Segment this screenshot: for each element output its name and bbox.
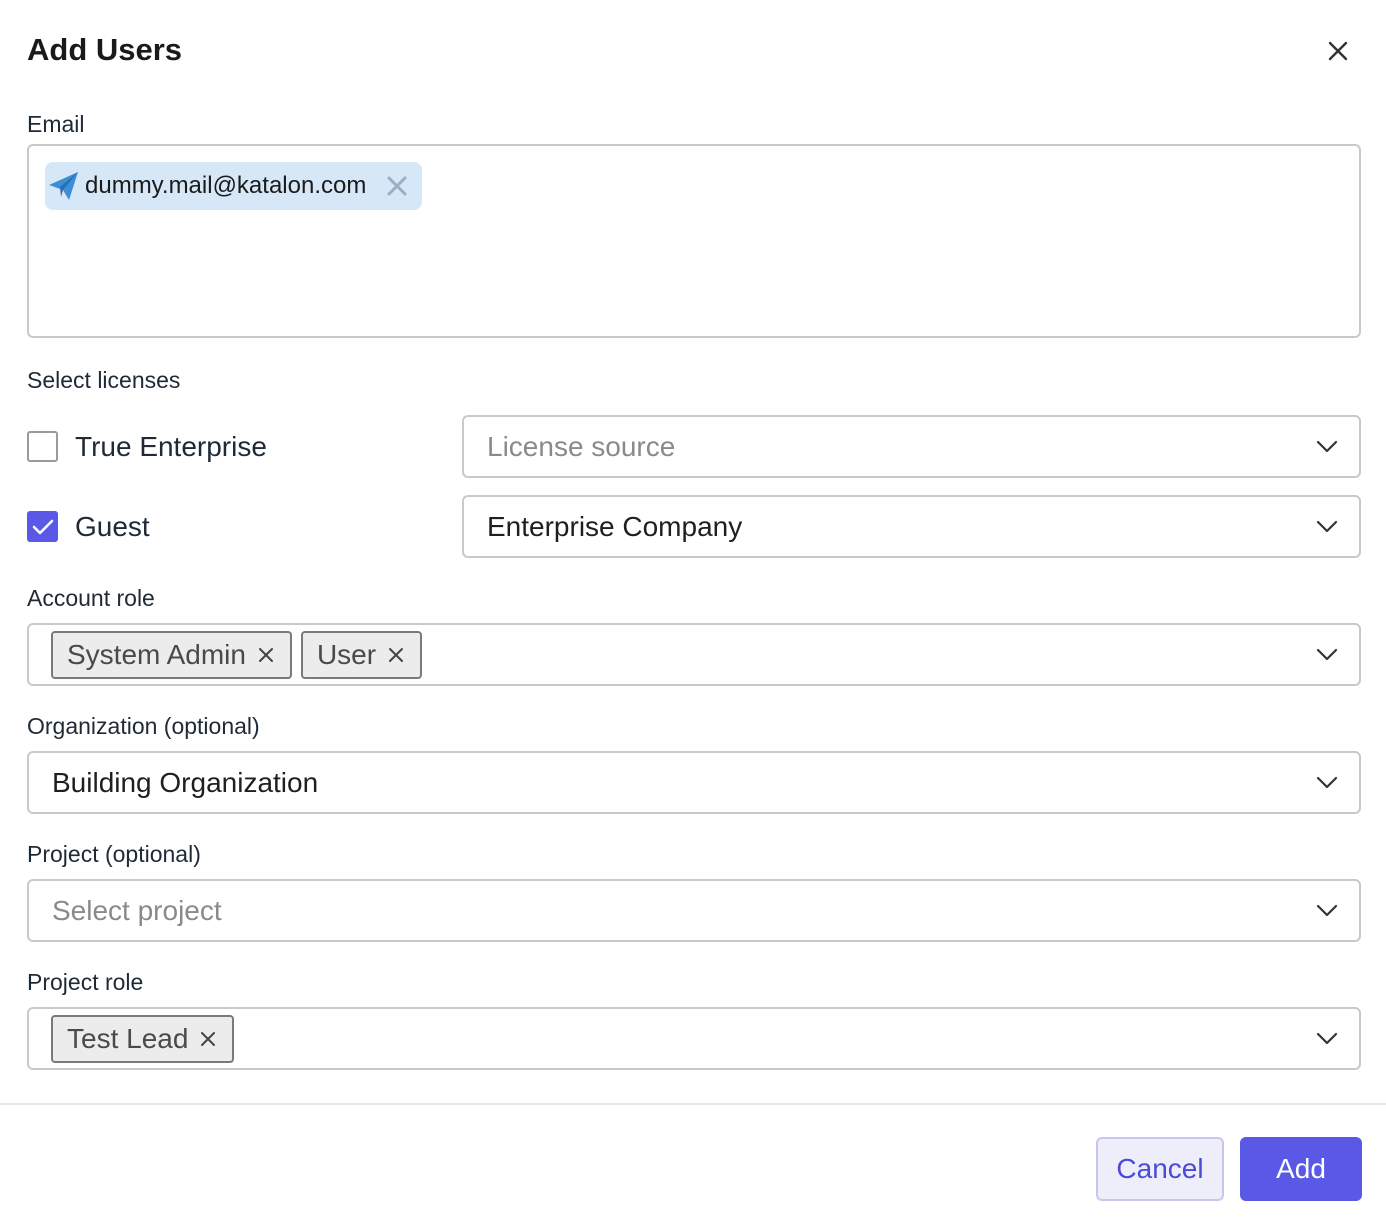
- email-chip-text: dummy.mail@katalon.com: [85, 172, 367, 199]
- email-chip: dummy.mail@katalon.com: [45, 162, 423, 210]
- remove-role-test-lead-button[interactable]: [198, 1029, 218, 1049]
- true-enterprise-label: True Enterprise: [75, 431, 267, 462]
- role-tag-user: User: [300, 630, 423, 679]
- chevron-down-icon: [1315, 771, 1339, 795]
- account-role-tags: System Admin User: [51, 630, 423, 679]
- license-source-select-true-enterprise[interactable]: License source: [462, 415, 1361, 478]
- checkbox-true-enterprise[interactable]: [27, 431, 58, 462]
- chevron-down-icon: [1315, 899, 1339, 923]
- chevron-down-icon: [1315, 435, 1339, 459]
- guest-label: Guest: [75, 511, 150, 542]
- project-placeholder: Select project: [52, 894, 222, 926]
- license-source-value: Enterprise Company: [487, 510, 743, 542]
- chevron-down-icon: [1315, 515, 1339, 539]
- project-select[interactable]: Select project: [27, 879, 1361, 942]
- footer-divider: [0, 1103, 1386, 1105]
- role-tag-system-admin: System Admin: [51, 630, 292, 679]
- project-role-tags: Test Lead: [51, 1014, 235, 1063]
- remove-role-user-button[interactable]: [386, 645, 406, 665]
- remove-x-icon: [387, 176, 407, 196]
- cancel-button[interactable]: Cancel: [1096, 1137, 1224, 1201]
- paper-plane-icon: [45, 162, 83, 210]
- remove-x-icon: [201, 1031, 216, 1046]
- remove-x-icon: [389, 647, 404, 662]
- role-tag-test-lead: Test Lead: [51, 1014, 235, 1063]
- remove-email-chip-button[interactable]: [384, 173, 410, 199]
- email-input[interactable]: dummy.mail@katalon.com: [27, 144, 1361, 338]
- project-label: Project (optional): [27, 841, 201, 867]
- select-licenses-label: Select licenses: [27, 367, 181, 393]
- chevron-down-icon: [1315, 643, 1339, 667]
- organization-label: Organization (optional): [27, 713, 260, 739]
- close-icon: [1328, 41, 1348, 61]
- remove-role-system-admin-button[interactable]: [256, 645, 276, 665]
- organization-value: Building Organization: [52, 766, 319, 798]
- role-tag-label: System Admin: [67, 638, 246, 670]
- chevron-down-icon: [1315, 1027, 1339, 1051]
- checkmark-icon: [32, 519, 53, 534]
- license-source-placeholder: License source: [487, 430, 676, 462]
- add-users-dialog: Add Users Email dummy.mail@katalon.com S…: [0, 0, 1386, 1220]
- organization-select[interactable]: Building Organization: [27, 751, 1361, 814]
- account-role-label: Account role: [27, 585, 155, 611]
- remove-x-icon: [258, 647, 273, 662]
- close-button[interactable]: [1318, 31, 1358, 71]
- license-source-select-guest[interactable]: Enterprise Company: [462, 495, 1361, 558]
- add-button[interactable]: Add: [1240, 1137, 1362, 1201]
- email-label: Email: [27, 111, 85, 137]
- project-role-select[interactable]: Test Lead: [27, 1007, 1361, 1070]
- role-tag-label: User: [316, 638, 377, 670]
- project-role-label: Project role: [27, 969, 144, 995]
- role-tag-label: Test Lead: [67, 1022, 189, 1054]
- account-role-select[interactable]: System Admin User: [27, 623, 1361, 686]
- dialog-title: Add Users: [27, 32, 183, 67]
- checkbox-guest[interactable]: [27, 511, 58, 542]
